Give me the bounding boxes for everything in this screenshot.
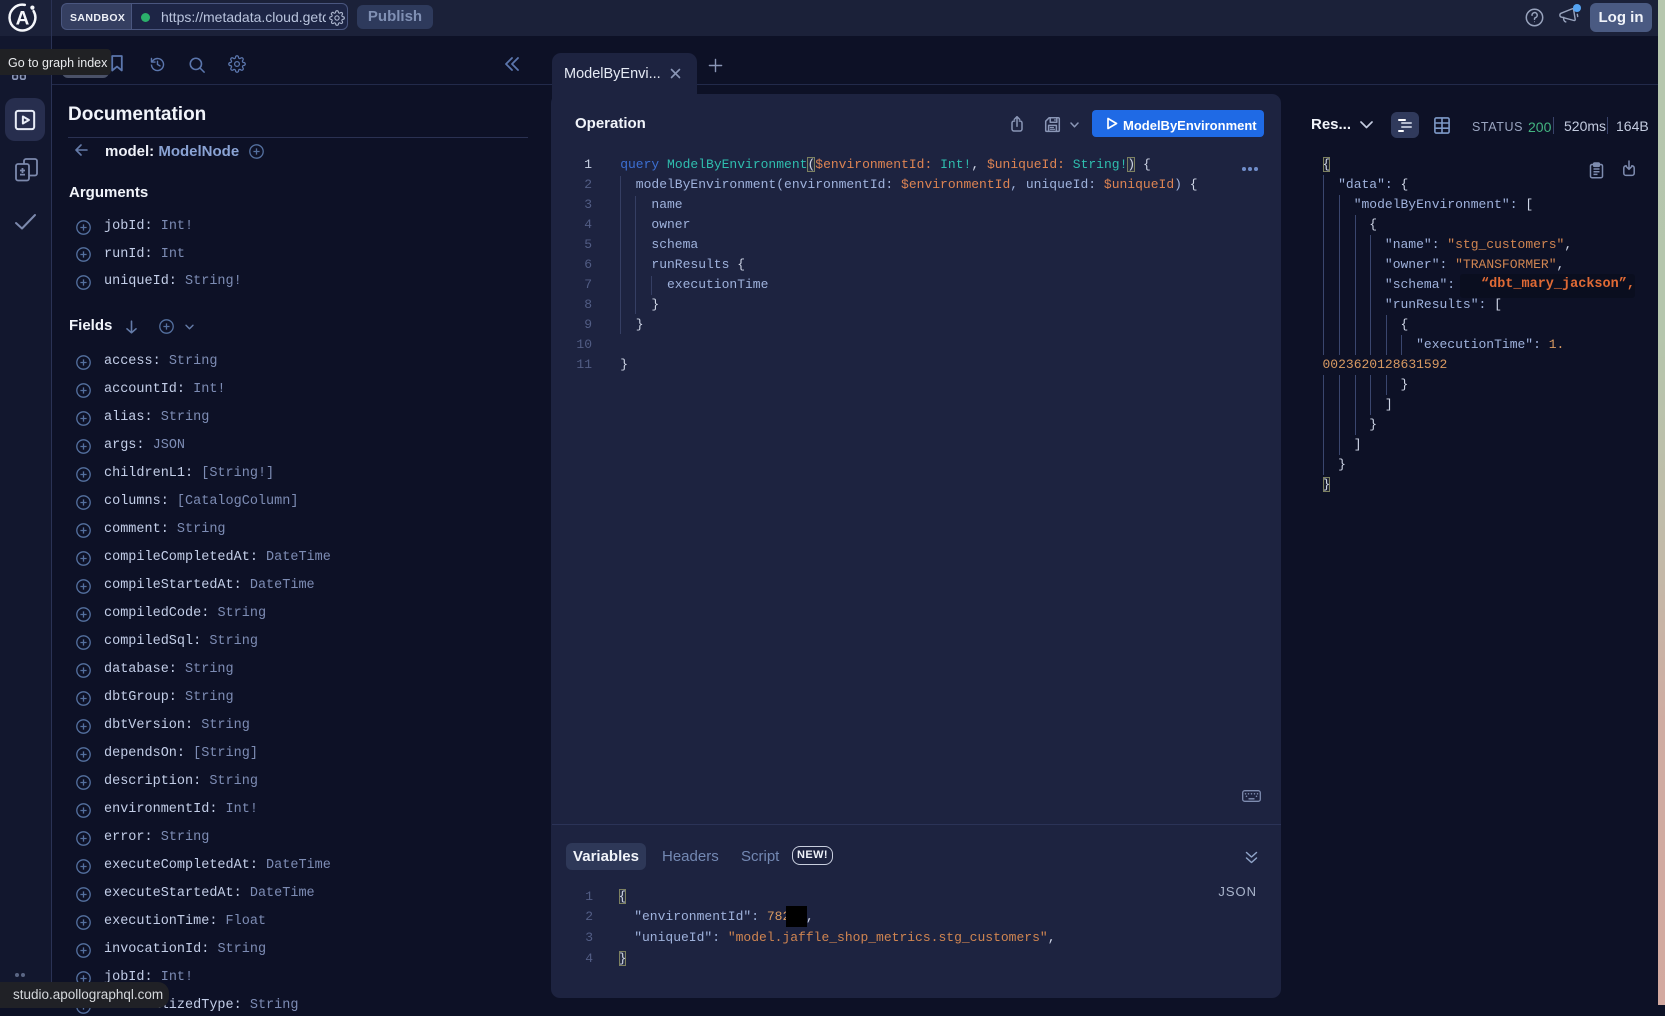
- svg-text:A: A: [16, 9, 30, 30]
